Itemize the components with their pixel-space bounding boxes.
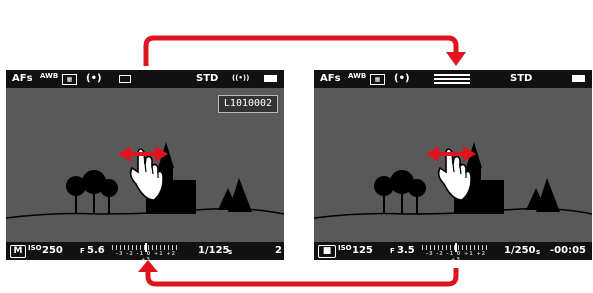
iso-prefix: ISO bbox=[28, 244, 42, 252]
arrow-head-right bbox=[446, 52, 466, 66]
film-style: STD bbox=[510, 73, 533, 84]
top-status-bar: AFs AWB ▦ (•) STD bbox=[314, 70, 592, 88]
shutter-speed: 1/250 bbox=[504, 245, 536, 256]
af-mode: AFs bbox=[320, 73, 341, 84]
top-status-bar: AFs AWB ▦ (•) STD ((•)) bbox=[6, 70, 284, 88]
scale-labels: -3 -2 -1 0 +1 +2 +3 bbox=[115, 251, 177, 260]
aperture-prefix: F bbox=[80, 247, 85, 255]
camera-screen-photo: AFs AWB ▦ (•) STD ((•)) L1010002 M ISO 2… bbox=[6, 70, 284, 260]
audio-level-icon bbox=[434, 74, 470, 76]
exposure-mode-badge: M bbox=[10, 245, 26, 258]
landscape-scene bbox=[314, 142, 592, 219]
iso-value: 250 bbox=[42, 245, 63, 256]
iso-value: 125 bbox=[352, 245, 373, 256]
exposure-scale: -3 -2 -1 0 +1 +2 +3 bbox=[422, 243, 490, 260]
battery-icon bbox=[572, 75, 585, 82]
arrow-bottom bbox=[145, 268, 459, 287]
time-remaining: -00:05 bbox=[550, 245, 586, 256]
arrow-top bbox=[143, 35, 459, 66]
iso-prefix: ISO bbox=[338, 244, 352, 252]
aperture-value: 5.6 bbox=[87, 245, 105, 256]
white-balance: AWB bbox=[40, 72, 59, 80]
connectivity-icon: ((•)) bbox=[232, 74, 250, 82]
pine-trees bbox=[526, 178, 560, 212]
af-mode: AFs bbox=[12, 73, 33, 84]
aperture-prefix: F bbox=[390, 247, 395, 255]
tree-group bbox=[66, 170, 118, 214]
landscape-scene bbox=[6, 142, 284, 219]
tree-group bbox=[374, 170, 426, 214]
shutter-unit: s bbox=[536, 248, 541, 256]
battery-icon bbox=[264, 75, 277, 82]
white-balance: AWB bbox=[348, 72, 367, 80]
file-format-icon: ▦ bbox=[62, 74, 77, 85]
camera-screen-video: AFs AWB ▦ (•) STD ■ ISO 125 F 3.5 -3 -2 … bbox=[314, 70, 592, 260]
video-mode-icon: ■ bbox=[318, 245, 336, 258]
metering-mode: (•) bbox=[394, 73, 410, 84]
shots-remaining: 2 bbox=[275, 245, 282, 256]
pine-trees bbox=[218, 178, 252, 212]
bottom-status-bar: ■ ISO 125 F 3.5 -3 -2 -1 0 +1 +2 +3 1/25… bbox=[314, 242, 592, 260]
drive-mode-icon bbox=[119, 75, 131, 83]
video-format-icon: ▦ bbox=[370, 74, 385, 85]
film-style: STD bbox=[196, 73, 219, 84]
exposure-scale: -3 -2 -1 0 +1 +2 +3 bbox=[112, 243, 180, 260]
metering-mode: (•) bbox=[86, 73, 102, 84]
arrow-head-left bbox=[138, 260, 158, 272]
shutter-unit: s bbox=[228, 248, 233, 256]
scale-labels: -3 -2 -1 0 +1 +2 +3 bbox=[425, 251, 487, 260]
bottom-status-bar: M ISO 250 F 5.6 -3 -2 -1 0 +1 +2 +3 1/12… bbox=[6, 242, 284, 260]
aperture-value: 3.5 bbox=[397, 245, 415, 256]
shutter-speed: 1/125 bbox=[198, 245, 230, 256]
